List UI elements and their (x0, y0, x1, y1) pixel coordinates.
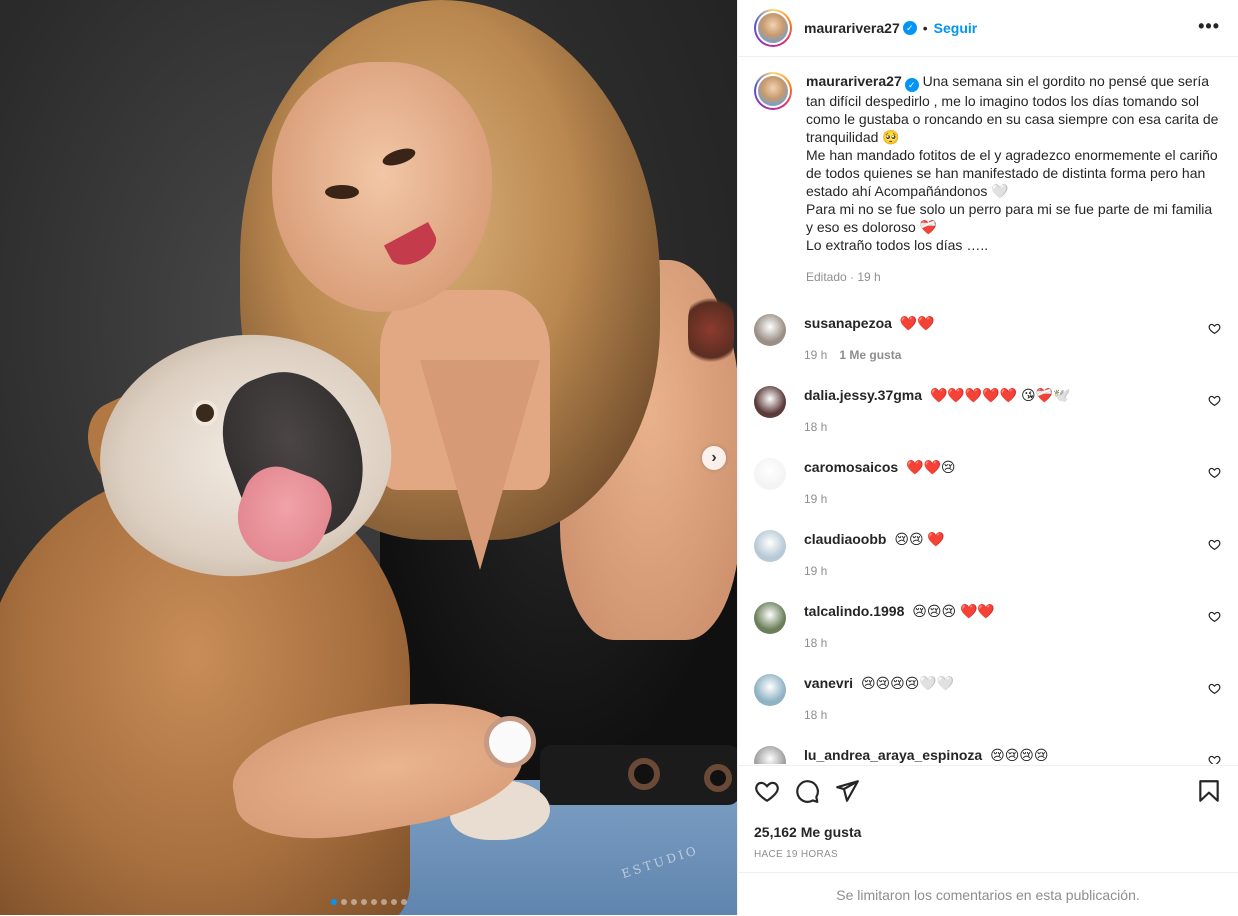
photo-tattoo (688, 290, 734, 370)
comment-list: susanapezoa ❤️❤️ 19 h 1 Me gusta dalia.je… (754, 314, 1222, 764)
comment-avatar[interactable] (754, 386, 786, 418)
carousel-dot[interactable] (400, 899, 407, 905)
header-username[interactable]: maurarivera27 (804, 20, 900, 36)
comment-row: lu_andrea_araya_espinoza 😢😢😢😢 (754, 746, 1222, 764)
comment-username[interactable]: claudiaoobb (804, 531, 886, 547)
comment-like-icon[interactable] (1208, 322, 1222, 336)
carousel-next-button[interactable]: › (702, 446, 726, 470)
caption-text: Para mi no se fue solo un perro para mi … (806, 201, 1213, 235)
comment-text: ❤️❤️😢 (906, 459, 956, 475)
comment-username[interactable]: lu_andrea_araya_espinoza (804, 747, 982, 763)
next-arrow-icon: › (711, 449, 717, 466)
caption-username[interactable]: maurarivera27 (806, 73, 902, 89)
post-footer: 25,162 Me gusta HACE 19 HORAS Se limitar… (738, 765, 1238, 915)
comment-username[interactable]: susanapezoa (804, 315, 892, 331)
avatar-image (758, 13, 788, 43)
post-timestamp: HACE 19 HORAS (754, 849, 838, 860)
caption-text: Me han mandado fotitos de el y agradezco… (806, 147, 1218, 199)
comment-icon[interactable] (794, 778, 822, 806)
comment-like-icon[interactable] (1208, 538, 1222, 552)
comment-time: 19 h (804, 348, 828, 362)
photo-watch (484, 716, 536, 768)
comment-text: ❤️❤️ (899, 315, 935, 331)
verified-icon: ✓ (904, 78, 919, 92)
comment-like-icon[interactable] (1208, 610, 1222, 624)
instagram-post: ESTUDIO › maurarivera27 ✓ • Seguir ••• m… (0, 0, 1238, 915)
comment-text: ❤️❤️❤️❤️❤️ 😘❤️‍🩹🕊️ (929, 387, 1071, 403)
photo-belt-grommet (628, 758, 660, 790)
save-icon[interactable] (1196, 778, 1224, 806)
comment-username[interactable]: talcalindo.1998 (804, 603, 904, 619)
comment-text: 😢😢 ❤️ (894, 531, 945, 547)
comment-like-icon[interactable] (1208, 754, 1222, 764)
comment-row: vanevri 😢😢😢😢🤍🤍 18 h (754, 674, 1222, 722)
carousel-dots (0, 899, 737, 905)
comment-username[interactable]: dalia.jessy.37gma (804, 387, 922, 403)
caption-avatar[interactable] (754, 72, 792, 110)
comment-row: talcalindo.1998 😢😢😢 ❤️❤️ 18 h (754, 602, 1222, 650)
comment-text: 😢😢😢😢 (990, 747, 1049, 763)
verified-icon: ✓ (902, 21, 917, 35)
comment-time: 19 h (804, 492, 828, 506)
avatar[interactable] (754, 9, 792, 47)
photo-eye (325, 185, 359, 199)
comment-like-icon[interactable] (1208, 682, 1222, 696)
comment-like-icon[interactable] (1208, 466, 1222, 480)
post-header: maurarivera27 ✓ • Seguir ••• (738, 0, 1238, 57)
comments-section[interactable]: maurarivera27 ✓ Una semana sin el gordito… (738, 58, 1238, 764)
comment-row: susanapezoa ❤️❤️ 19 h 1 Me gusta (754, 314, 1222, 362)
photo-dog-eye (192, 400, 218, 426)
comment-likes[interactable]: 1 Me gusta (839, 348, 901, 362)
comment-row: caromosaicos ❤️❤️😢 19 h (754, 458, 1222, 506)
like-icon[interactable] (754, 778, 782, 806)
comment-time: 18 h (804, 420, 828, 434)
comments-limited-notice: Se limitaron los comentarios en esta pub… (738, 872, 1238, 916)
carousel-dot[interactable] (390, 899, 397, 905)
comment-text: 😢😢😢 ❤️❤️ (912, 603, 995, 619)
comment-username[interactable]: vanevri (804, 675, 853, 691)
comment-avatar[interactable] (754, 530, 786, 562)
carousel-dot[interactable] (380, 899, 387, 905)
carousel-dot[interactable] (330, 899, 337, 905)
avatar-image (758, 76, 788, 106)
comment-avatar[interactable] (754, 674, 786, 706)
more-icon[interactable]: ••• (1198, 16, 1220, 37)
post-sidebar: maurarivera27 ✓ • Seguir ••• maurarivera… (737, 0, 1238, 915)
photo-belt-grommet (704, 764, 732, 792)
post-caption: maurarivera27 ✓ Una semana sin el gordito… (754, 72, 1222, 286)
comment-time: 19 h (804, 564, 828, 578)
comment-row: dalia.jessy.37gma ❤️❤️❤️❤️❤️ 😘❤️‍🩹🕊️ 18 … (754, 386, 1222, 434)
carousel-dot[interactable] (340, 899, 347, 905)
comment-time: 18 h (804, 708, 828, 722)
share-icon[interactable] (834, 778, 862, 806)
comment-avatar[interactable] (754, 314, 786, 346)
comment-row: claudiaoobb 😢😢 ❤️ 19 h (754, 530, 1222, 578)
action-bar (754, 778, 1224, 808)
photo-face (272, 62, 492, 312)
comment-like-icon[interactable] (1208, 394, 1222, 408)
likes-count[interactable]: 25,162 Me gusta (754, 824, 861, 840)
post-media[interactable]: ESTUDIO › (0, 0, 737, 915)
comment-time: 18 h (804, 636, 828, 650)
comment-username[interactable]: caromosaicos (804, 459, 898, 475)
follow-button[interactable]: Seguir (934, 20, 978, 36)
comment-text: 😢😢😢😢🤍🤍 (860, 675, 955, 691)
caption-text: Lo extraño todos los días ….. (806, 237, 989, 253)
separator: • (922, 20, 928, 36)
comment-avatar[interactable] (754, 602, 786, 634)
carousel-dot[interactable] (370, 899, 377, 905)
carousel-dot[interactable] (350, 899, 357, 905)
carousel-dot[interactable] (360, 899, 367, 905)
comment-avatar[interactable] (754, 458, 786, 490)
comment-avatar[interactable] (754, 746, 786, 764)
caption-meta: Editado · 19 h (806, 270, 881, 284)
